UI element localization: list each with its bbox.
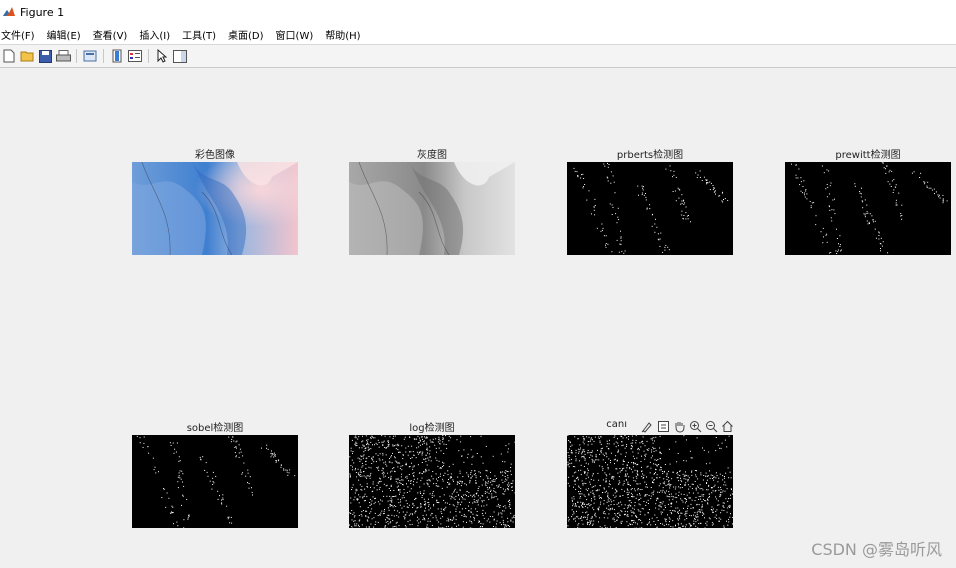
axes-toolbar <box>640 418 736 434</box>
plot-title-gray: 灰度图 <box>417 150 447 161</box>
link-plot-icon[interactable] <box>82 48 98 64</box>
menu-file[interactable]: 文件(F) <box>0 27 41 42</box>
plot-title-prewitt: prewitt检测图 <box>835 150 901 161</box>
watermark: CSDN @雾岛听风 <box>811 540 942 559</box>
plot-title-roberts: prberts检测图 <box>616 150 684 161</box>
home-icon[interactable] <box>720 419 735 434</box>
menu-window[interactable]: 窗口(W) <box>276 27 320 42</box>
roberts-edge-image[interactable] <box>567 162 733 255</box>
menu-view[interactable]: 查看(V) <box>93 27 134 42</box>
toolbar-separator <box>148 49 149 63</box>
sobel-edge-image[interactable] <box>132 435 298 528</box>
data-tips-icon[interactable] <box>656 419 671 434</box>
legend-icon[interactable] <box>127 48 143 64</box>
plot-title-sobel: sobel检测图 <box>186 423 244 434</box>
window-title: Figure 1 <box>20 5 65 19</box>
canny-edge-image[interactable] <box>567 435 733 528</box>
zoom-out-icon[interactable] <box>704 419 719 434</box>
pan-hand-icon[interactable] <box>672 419 687 434</box>
gray-image[interactable] <box>349 162 515 255</box>
log-edge-image[interactable] <box>349 435 515 528</box>
title-bar: Figure 1 <box>0 0 956 24</box>
menu-bar: 文件(F) 编辑(E) 查看(V) 插入(I) 工具(T) 桌面(D) 窗口(W… <box>0 24 956 44</box>
toolbar-separator <box>103 49 104 63</box>
colorbar-icon[interactable] <box>109 48 125 64</box>
plot-title-color: 彩色图像 <box>195 150 235 161</box>
property-editor-icon[interactable] <box>172 48 188 64</box>
toolbar-separator <box>76 49 77 63</box>
save-icon[interactable] <box>37 48 53 64</box>
menu-insert[interactable]: 插入(I) <box>139 27 176 42</box>
edit-plot-arrow-icon[interactable] <box>154 48 170 64</box>
menu-desktop[interactable]: 桌面(D) <box>228 27 270 42</box>
print-icon[interactable] <box>55 48 71 64</box>
zoom-in-icon[interactable] <box>688 419 703 434</box>
menu-edit[interactable]: 编辑(E) <box>47 27 87 42</box>
plot-title-canny: canı <box>606 419 627 430</box>
new-figure-icon[interactable] <box>1 48 17 64</box>
toolbar <box>0 44 956 68</box>
brush-icon[interactable] <box>640 419 655 434</box>
color-image[interactable] <box>132 162 298 255</box>
menu-help[interactable]: 帮助(H) <box>325 27 366 42</box>
plot-title-log: log检测图 <box>409 423 455 434</box>
open-file-icon[interactable] <box>19 48 35 64</box>
matlab-icon <box>2 5 16 19</box>
prewitt-edge-image[interactable] <box>785 162 951 255</box>
menu-tools[interactable]: 工具(T) <box>182 27 222 42</box>
